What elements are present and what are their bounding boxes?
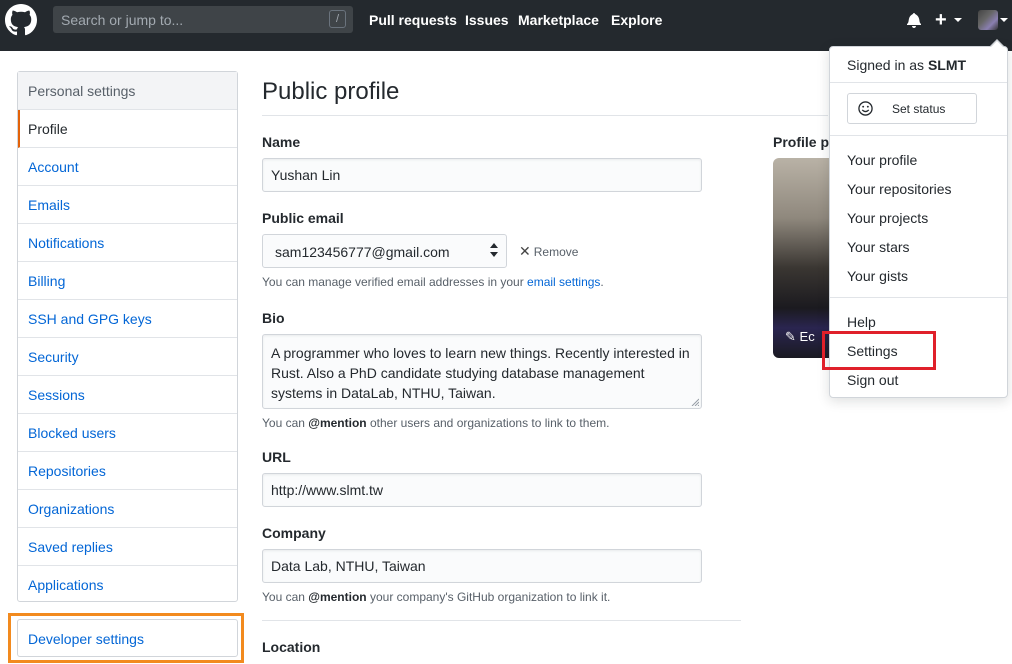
menu-your-profile[interactable]: Your profile — [847, 152, 917, 168]
sidebar-item-account[interactable]: Account — [18, 148, 237, 186]
sidebar-item-sessions[interactable]: Sessions — [18, 376, 237, 414]
search-placeholder: Search or jump to... — [61, 12, 184, 28]
sidebar-item-saved-replies[interactable]: Saved replies — [18, 528, 237, 566]
avatar-caret-icon — [1000, 18, 1008, 22]
profile-picture — [773, 158, 833, 358]
top-header: Search or jump to... / Pull requests Iss… — [0, 0, 1012, 51]
nav-pull-requests[interactable]: Pull requests — [369, 12, 457, 28]
resize-handle-icon[interactable] — [691, 398, 699, 406]
sidebar-heading: Personal settings — [18, 72, 237, 110]
name-label: Name — [262, 134, 301, 150]
url-field[interactable]: http://www.slmt.tw — [262, 473, 702, 507]
email-settings-link[interactable]: email settings — [527, 275, 600, 289]
sidebar-item-security[interactable]: Security — [18, 338, 237, 376]
public-email-value: sam123456777@gmail.com — [275, 244, 450, 260]
profile-picture-label: Profile pi — [773, 134, 833, 150]
remove-email-button[interactable]: ✕ Remove — [519, 243, 578, 260]
public-email-label: Public email — [262, 210, 344, 226]
remove-label: Remove — [533, 245, 579, 259]
sidebar-item-organizations[interactable]: Organizations — [18, 490, 237, 528]
sidebar-item-applications[interactable]: Applications — [18, 566, 237, 604]
dropdown-divider — [830, 297, 1007, 298]
set-status-button[interactable]: Set status — [847, 93, 977, 124]
search-shortcut-key: / — [329, 10, 346, 28]
company-label: Company — [262, 525, 326, 541]
sidebar-item-profile[interactable]: Profile — [18, 110, 237, 148]
menu-your-gists[interactable]: Your gists — [847, 268, 908, 284]
title-divider — [262, 115, 828, 116]
sidebar-item-notifications[interactable]: Notifications — [18, 224, 237, 262]
menu-your-repositories[interactable]: Your repositories — [847, 181, 952, 197]
bell-icon[interactable] — [906, 12, 922, 28]
bio-textarea[interactable]: A programmer who loves to learn new thin… — [262, 334, 702, 409]
avatar[interactable] — [978, 10, 998, 30]
sidebar-item-emails[interactable]: Emails — [18, 186, 237, 224]
sidebar-item-billing[interactable]: Billing — [18, 262, 237, 300]
search-input[interactable]: Search or jump to... / — [53, 6, 353, 33]
select-arrows-icon — [490, 243, 498, 257]
dropdown-divider — [830, 82, 1007, 83]
dropdown-divider — [830, 135, 1007, 136]
section-divider — [262, 620, 741, 621]
menu-your-projects[interactable]: Your projects — [847, 210, 928, 226]
nav-issues[interactable]: Issues — [465, 12, 509, 28]
set-status-label: Set status — [892, 102, 946, 116]
pencil-icon: ✎ — [785, 329, 796, 344]
company-note: You can @mention your company's GitHub o… — [262, 590, 611, 604]
menu-help[interactable]: Help — [847, 314, 876, 330]
nav-marketplace[interactable]: Marketplace — [518, 12, 599, 28]
bio-value: A programmer who loves to learn new thin… — [271, 345, 690, 401]
menu-your-stars[interactable]: Your stars — [847, 239, 910, 255]
location-label: Location — [262, 639, 321, 655]
bio-label: Bio — [262, 310, 285, 326]
plus-caret-icon — [954, 18, 962, 22]
page-title: Public profile — [262, 78, 400, 105]
menu-sign-out[interactable]: Sign out — [847, 372, 898, 388]
sidebar-item-ssh-gpg-keys[interactable]: SSH and GPG keys — [18, 300, 237, 338]
close-icon: ✕ — [519, 243, 531, 259]
nav-explore[interactable]: Explore — [611, 12, 662, 28]
developer-settings-highlight — [8, 613, 244, 663]
username: SLMT — [927, 57, 967, 73]
smiley-icon — [858, 101, 873, 116]
dropdown-arrow-inner — [990, 41, 1004, 48]
sidebar-item-repositories[interactable]: Repositories — [18, 452, 237, 490]
company-field[interactable]: Data Lab, NTHU, Taiwan — [262, 549, 702, 583]
name-field[interactable]: Yushan Lin — [262, 158, 702, 192]
email-note: You can manage verified email addresses … — [262, 275, 604, 289]
bio-note: You can @mention other users and organiz… — [262, 416, 610, 430]
url-label: URL — [262, 449, 291, 465]
signed-in-as: Signed in as SLMT — [847, 57, 967, 73]
settings-highlight — [822, 331, 936, 370]
settings-sidebar: Personal settings Profile Account Emails… — [17, 71, 238, 602]
sidebar-item-blocked-users[interactable]: Blocked users — [18, 414, 237, 452]
public-email-select[interactable]: sam123456777@gmail.com — [262, 234, 507, 268]
github-logo-icon[interactable] — [5, 4, 37, 36]
edit-profile-picture-button[interactable]: ✎ Ec — [785, 329, 815, 345]
plus-icon[interactable]: + — [935, 10, 947, 30]
